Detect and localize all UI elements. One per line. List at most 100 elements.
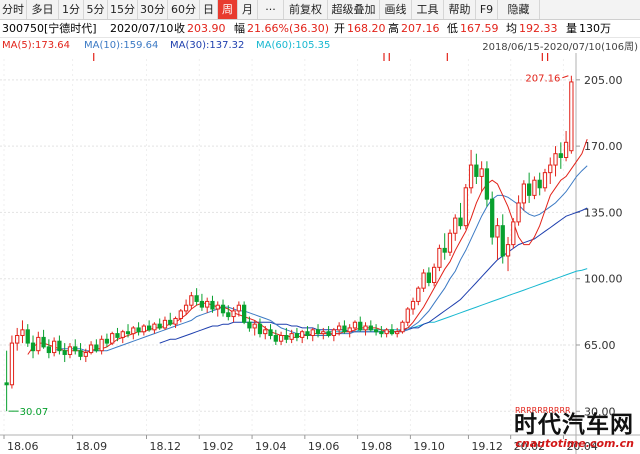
toolbar-button-12[interactable]: 超级叠加	[328, 0, 380, 19]
candle	[162, 319, 168, 329]
candle	[400, 321, 405, 333]
candle	[210, 300, 215, 310]
toolbar-button-10[interactable]: ···	[258, 0, 284, 19]
candle	[315, 329, 321, 335]
close-value: 203.90	[187, 22, 226, 35]
y-tick-label: 205.00	[584, 74, 623, 87]
candle	[553, 153, 558, 166]
candle	[88, 344, 94, 354]
candle	[326, 331, 331, 337]
candle	[152, 323, 157, 331]
low-value: 167.59	[460, 22, 499, 35]
toolbar-button-6[interactable]: 60分	[168, 0, 200, 19]
candle	[548, 164, 553, 174]
toolbar-button-13[interactable]: 画线	[380, 0, 412, 19]
date-range: 2018/06/15-2020/07/10(106周)	[482, 42, 638, 53]
low-annotation: 30.07	[20, 407, 49, 418]
candle	[432, 266, 437, 283]
candle	[236, 304, 241, 312]
candle	[442, 247, 447, 253]
quote-bar: 300750[宁德时代] 2020/07/10 收 203.90 幅 21.66…	[0, 20, 640, 38]
candle	[278, 335, 284, 342]
candle	[67, 346, 73, 355]
candle	[268, 329, 273, 337]
stock-code: 300750[宁德时代]	[2, 22, 97, 35]
candle	[495, 225, 500, 238]
ma10-label: MA(10):159.64	[84, 40, 159, 51]
toolbar-button-14[interactable]: 工具	[412, 0, 444, 19]
candle	[252, 323, 257, 329]
candle	[521, 183, 526, 204]
candle	[147, 325, 152, 331]
x-tick-label: 18.09	[76, 440, 108, 453]
candle	[527, 183, 532, 196]
candle	[83, 352, 88, 357]
y-tick-label: 65.00	[584, 339, 616, 352]
candle	[294, 333, 300, 338]
candle	[125, 331, 131, 335]
candle	[500, 225, 505, 257]
candle	[247, 321, 252, 329]
candle	[426, 272, 431, 283]
toolbar-button-16[interactable]: F9	[476, 0, 498, 19]
toolbar-button-11[interactable]: 前复权	[284, 0, 328, 19]
candle	[41, 336, 46, 348]
candle	[115, 333, 120, 338]
x-tick-label: 19.12	[471, 440, 503, 453]
toolbar-button-17[interactable]: 隐藏	[498, 0, 540, 19]
ma30-line	[159, 207, 588, 344]
candle	[542, 172, 548, 189]
quote-date: 2020/07/10	[110, 22, 174, 35]
candle	[505, 244, 511, 257]
candle	[379, 331, 384, 335]
candle	[194, 295, 199, 302]
ma30-label: MA(30):137.32	[170, 40, 245, 51]
toolbar-button-1[interactable]: 多日	[27, 0, 59, 19]
candle	[347, 327, 352, 333]
ma60-label: MA(60):105.35	[256, 40, 331, 51]
candle	[36, 336, 41, 352]
candle	[484, 168, 490, 200]
candle	[474, 164, 479, 177]
toolbar-button-7[interactable]: 日	[200, 0, 218, 19]
candle	[104, 338, 110, 344]
candle	[9, 342, 15, 386]
candle	[15, 335, 20, 344]
toolbar-button-5[interactable]: 30分	[138, 0, 168, 19]
candle	[78, 350, 83, 357]
open-value: 168.20	[347, 22, 386, 35]
toolbar-button-0[interactable]: 分时	[0, 0, 27, 19]
high-label: 高	[388, 22, 399, 35]
candle	[242, 304, 247, 323]
toolbar-button-9[interactable]: 月	[238, 0, 258, 19]
candle	[136, 327, 141, 333]
candle	[384, 329, 389, 335]
candle	[337, 325, 342, 331]
candle	[331, 329, 336, 337]
toolbar-button-2[interactable]: 1分	[59, 0, 84, 19]
kline-chart[interactable]: 30.0065.00100.00135.00170.00205.0018.06 1…	[0, 53, 640, 454]
toolbar-button-15[interactable]: 帮助	[444, 0, 476, 19]
candle	[537, 179, 542, 189]
high-annotation: 207.16	[525, 74, 560, 85]
candle	[321, 331, 326, 335]
candle	[4, 382, 9, 386]
candle	[373, 329, 379, 333]
candle	[389, 329, 395, 335]
toolbar-button-8[interactable]: 周	[218, 0, 238, 19]
ma5-label: MA(5):173.64	[2, 40, 70, 51]
candle	[205, 300, 210, 308]
high-pointer	[562, 75, 569, 79]
candle	[273, 335, 278, 342]
toolbar-button-4[interactable]: 15分	[108, 0, 138, 19]
toolbar-button-3[interactable]: 5分	[84, 0, 108, 19]
candle	[215, 304, 220, 310]
candle	[563, 141, 569, 158]
candle	[20, 329, 25, 337]
candle	[516, 202, 521, 223]
x-tick-label: 19.10	[413, 440, 445, 453]
candle	[410, 300, 416, 310]
y-tick-label: 135.00	[584, 206, 623, 219]
candle	[416, 287, 421, 302]
candle	[358, 321, 363, 331]
